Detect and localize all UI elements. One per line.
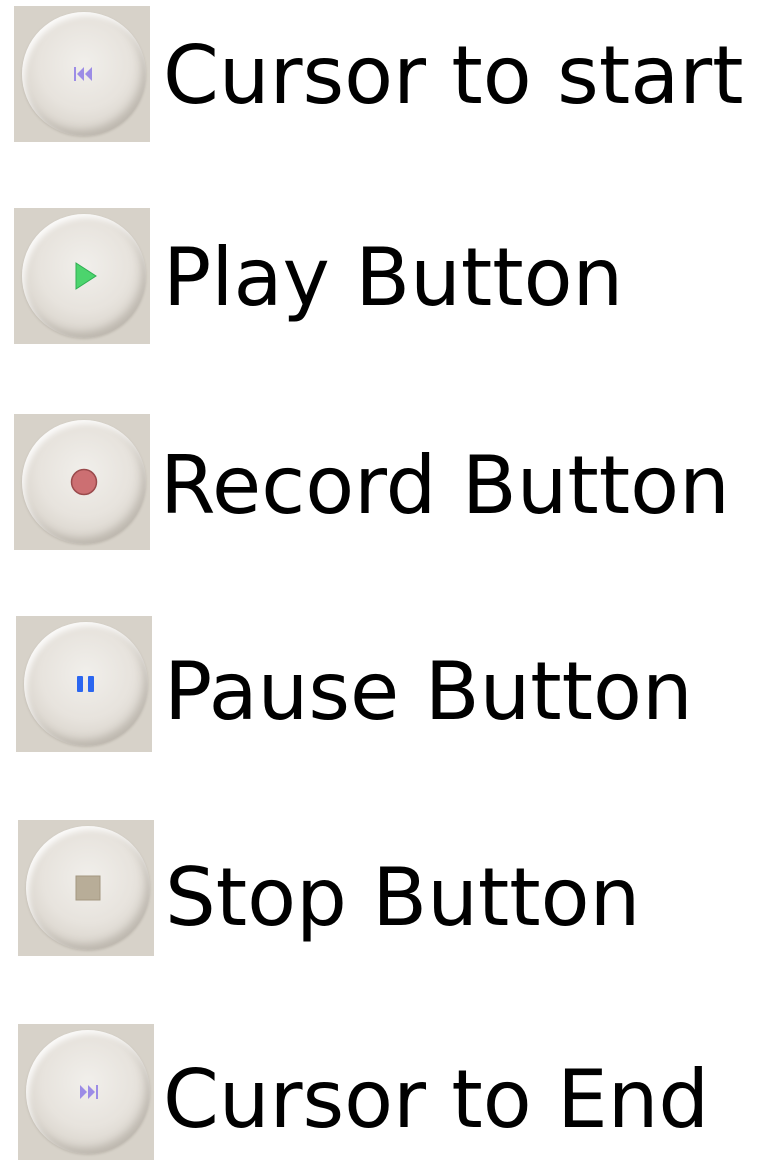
cursor-to-start-label: Cursor to start — [163, 29, 744, 122]
record-icon — [70, 468, 98, 496]
button-face — [26, 826, 150, 950]
play-button[interactable] — [14, 208, 150, 344]
pause-button[interactable] — [16, 616, 152, 752]
button-face — [24, 622, 148, 746]
legend-row-record: Record Button — [0, 414, 774, 554]
cursor-to-end-label: Cursor to End — [163, 1053, 710, 1146]
stop-button[interactable] — [18, 820, 154, 956]
legend-row-play: Play Button — [0, 208, 774, 348]
play-icon — [75, 262, 97, 290]
cursor-to-start-button[interactable] — [14, 6, 150, 142]
pause-button-label: Pause Button — [164, 645, 693, 738]
legend-row-pause: Pause Button — [0, 616, 774, 756]
record-button-label: Record Button — [160, 439, 730, 532]
button-face — [26, 1030, 150, 1154]
stop-button-label: Stop Button — [165, 851, 641, 944]
button-face — [22, 214, 146, 338]
legend-row-stop: Stop Button — [0, 820, 774, 960]
stop-icon — [75, 875, 101, 901]
button-face — [22, 420, 146, 544]
play-button-label: Play Button — [163, 231, 624, 324]
cursor-to-end-button[interactable] — [18, 1024, 154, 1160]
record-button[interactable] — [14, 414, 150, 550]
skip-to-end-icon — [80, 1085, 98, 1099]
legend-row-cursor-to-start: Cursor to start — [0, 6, 774, 146]
button-face — [22, 12, 146, 136]
pause-icon — [77, 676, 94, 692]
legend-row-cursor-to-end: Cursor to End — [0, 1024, 774, 1164]
skip-to-start-icon — [74, 67, 92, 81]
